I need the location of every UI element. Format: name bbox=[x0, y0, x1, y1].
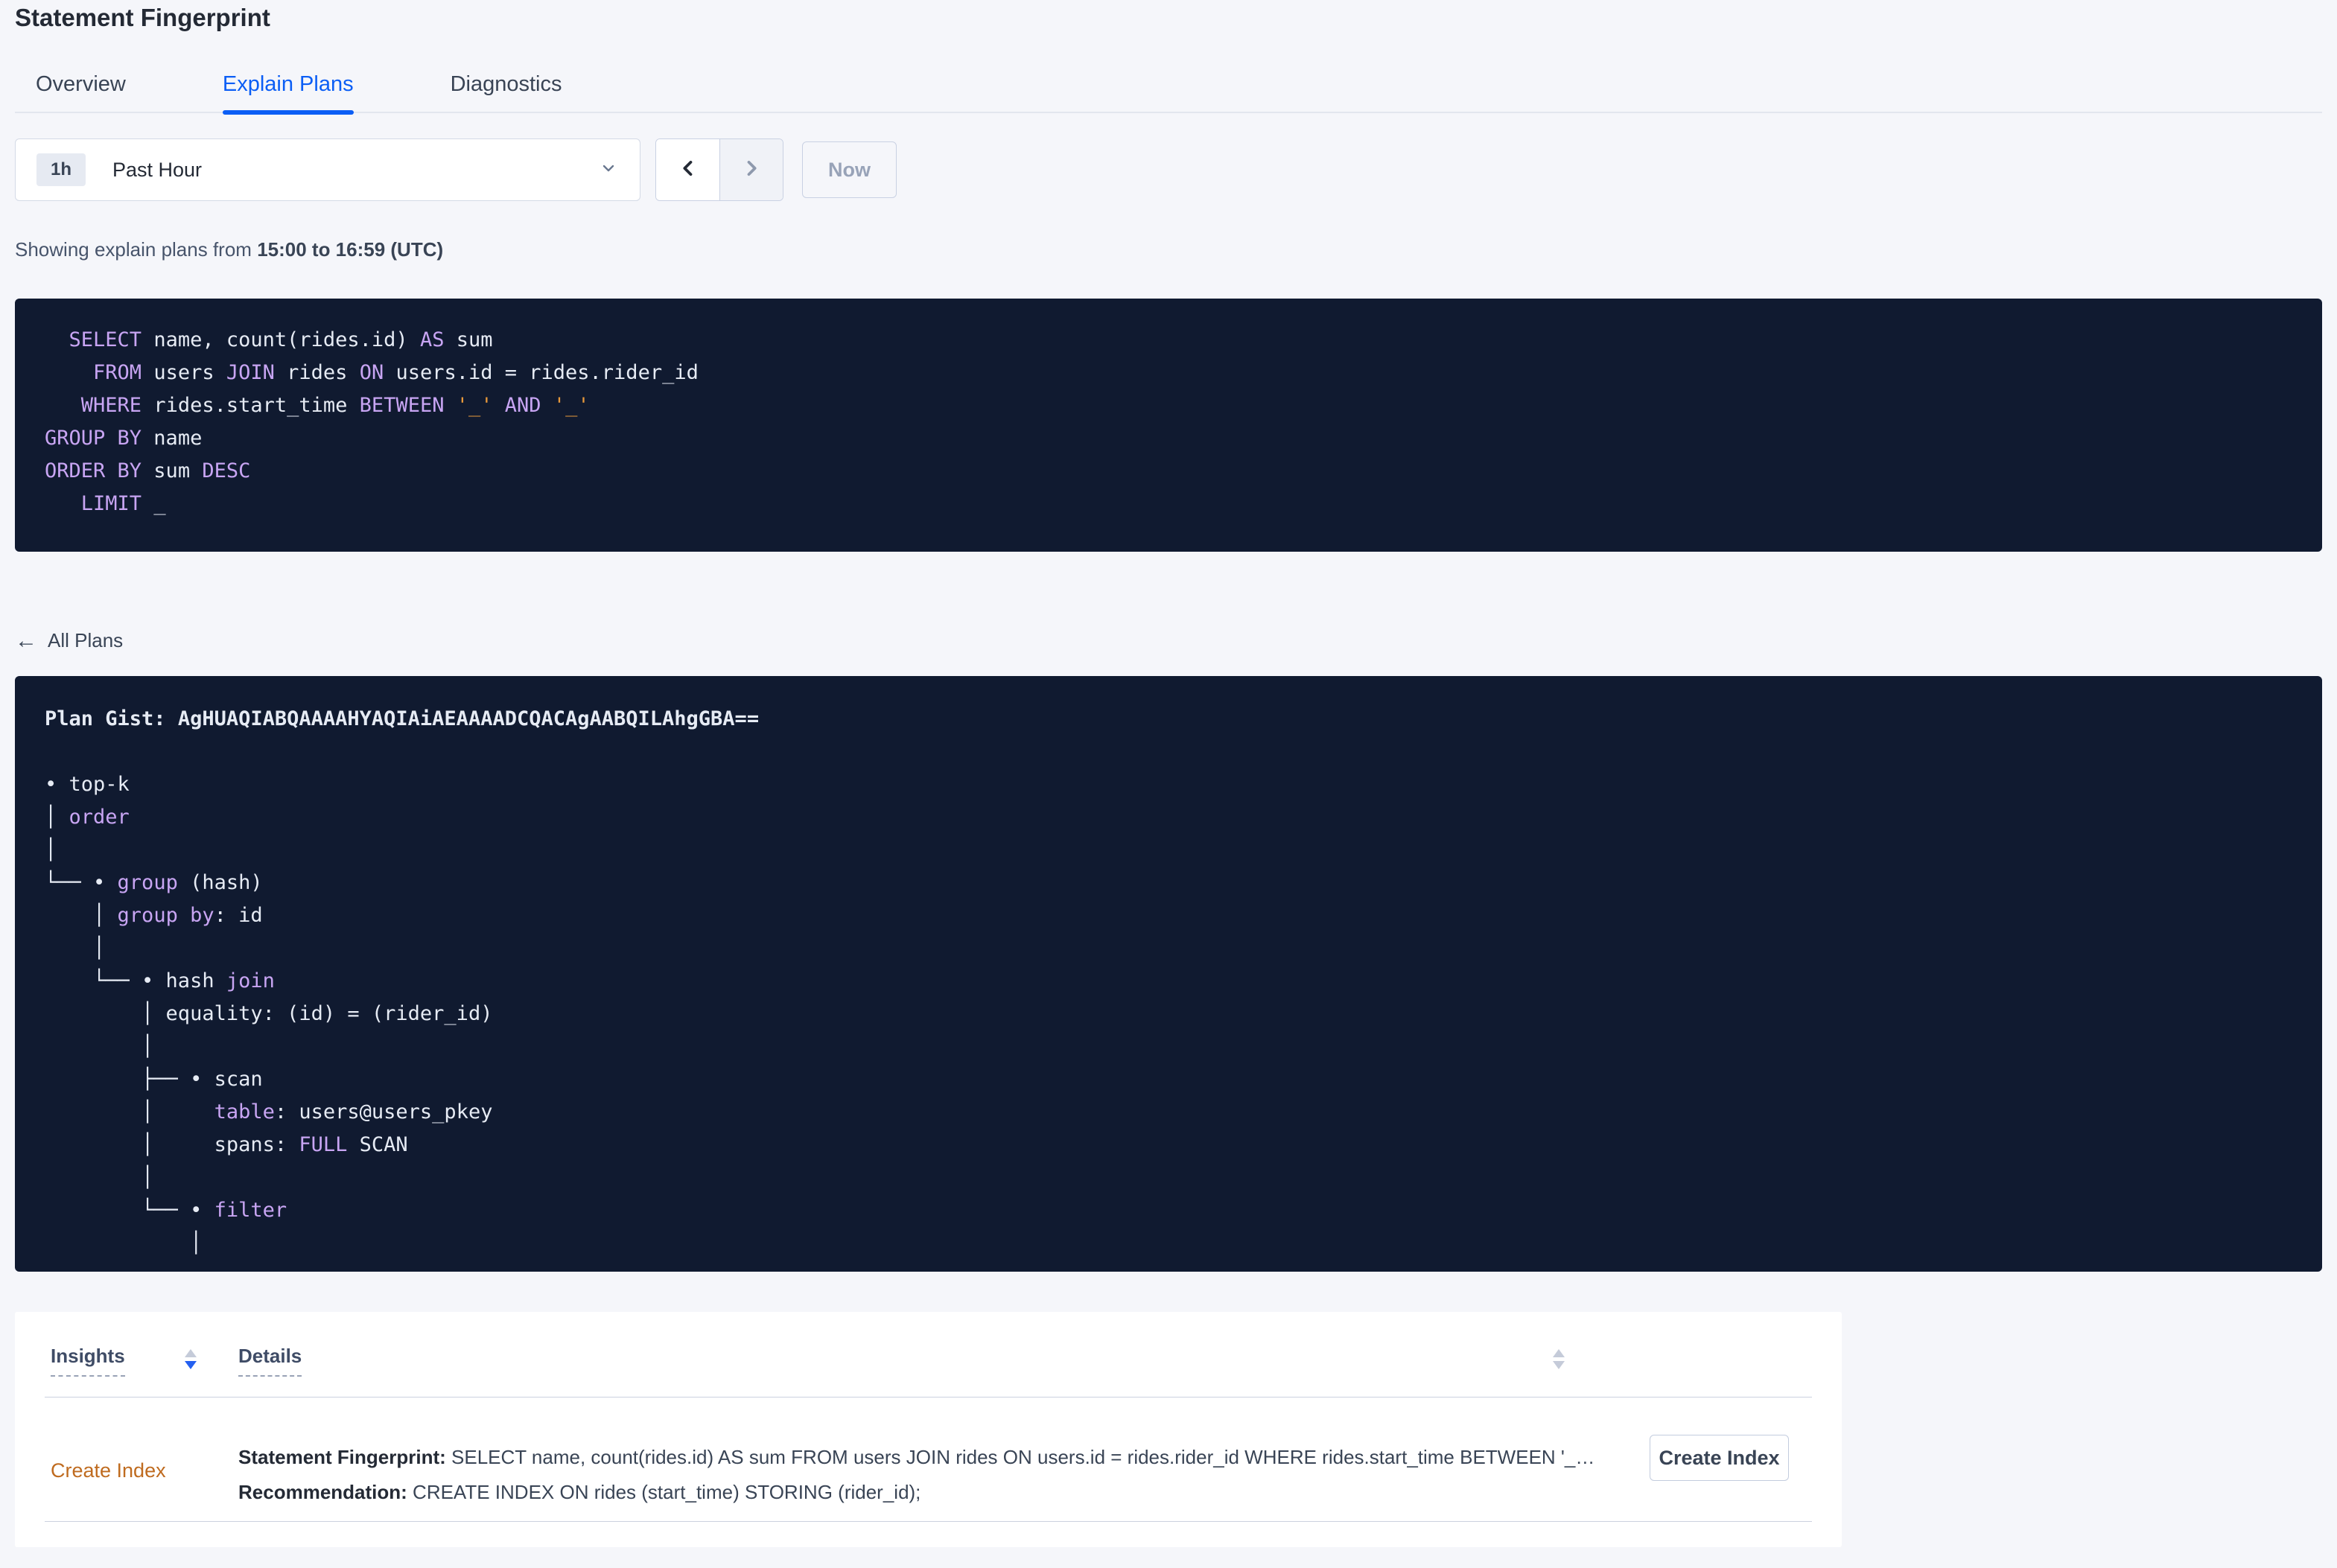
time-range-dropdown[interactable]: 1h Past Hour bbox=[15, 138, 640, 201]
plan-gist-block: Plan Gist: AgHUAQIABQAAAAHYAQIAiAEAAAADC… bbox=[15, 676, 2322, 1272]
table-row-divider bbox=[45, 1521, 1812, 1522]
table-header-divider bbox=[45, 1397, 1812, 1398]
chevron-right-icon bbox=[741, 158, 762, 182]
insights-table-card: Insights Details Create Index Statement … bbox=[15, 1312, 1842, 1547]
tab-bar: Overview Explain Plans Diagnostics bbox=[15, 71, 2322, 115]
plan-gist-label: Plan Gist: bbox=[45, 707, 178, 730]
sql-statement-block: SELECT name, count(rides.id) AS sum FROM… bbox=[15, 299, 2322, 552]
tab-diagnostics[interactable]: Diagnostics bbox=[451, 71, 562, 112]
sort-descending-icon bbox=[1553, 1361, 1565, 1369]
create-index-button[interactable]: Create Index bbox=[1650, 1435, 1789, 1481]
page-title: Statement Fingerprint bbox=[15, 4, 270, 31]
plan-tree: • top-k │ order │ └── • group (hash) │ g… bbox=[45, 773, 493, 1255]
insight-details-cell: Statement Fingerprint: SELECT name, coun… bbox=[238, 1440, 1594, 1510]
showing-range-text: Showing explain plans from 15:00 to 16:5… bbox=[15, 238, 2322, 261]
time-pager bbox=[655, 138, 783, 201]
showing-range: 15:00 to 16:59 (UTC) bbox=[257, 238, 444, 261]
recommendation-label: Recommendation: bbox=[238, 1481, 407, 1503]
showing-prefix: Showing explain plans from bbox=[15, 238, 258, 261]
now-button[interactable]: Now bbox=[802, 141, 897, 198]
statement-fingerprint-page: Statement Fingerprint Overview Explain P… bbox=[0, 0, 2337, 1547]
tab-explain-plans[interactable]: Explain Plans bbox=[222, 71, 354, 115]
time-range-label: Past Hour bbox=[112, 158, 203, 181]
back-arrow-icon: ← bbox=[15, 628, 37, 653]
chevron-down-icon bbox=[600, 159, 617, 181]
insight-type-link[interactable]: Create Index bbox=[51, 1459, 166, 1482]
next-time-button[interactable] bbox=[719, 139, 783, 200]
time-range-badge: 1h bbox=[36, 153, 86, 186]
recommendation-line: Recommendation: CREATE INDEX ON rides (s… bbox=[238, 1475, 1594, 1510]
sort-control-details[interactable] bbox=[1553, 1349, 1565, 1369]
statement-fingerprint-text: SELECT name, count(rides.id) AS sum FROM… bbox=[445, 1446, 1595, 1468]
all-plans-label: All Plans bbox=[48, 629, 124, 651]
tab-overview[interactable]: Overview bbox=[36, 71, 126, 112]
sort-control-insights[interactable] bbox=[185, 1349, 197, 1369]
previous-time-button[interactable] bbox=[656, 139, 719, 200]
sort-descending-icon bbox=[185, 1361, 197, 1369]
chevron-left-icon bbox=[678, 158, 699, 182]
recommendation-text: CREATE INDEX ON rides (start_time) STORI… bbox=[407, 1481, 921, 1503]
time-toolbar: 1h Past Hour Now bbox=[15, 138, 2322, 201]
sql-statement-text: SELECT name, count(rides.id) AS sum FROM… bbox=[45, 328, 699, 515]
gist-spacer bbox=[45, 736, 2292, 768]
all-plans-link[interactable]: ← All Plans bbox=[15, 629, 123, 652]
column-header-insights[interactable]: Insights bbox=[51, 1345, 125, 1377]
sort-ascending-icon bbox=[1553, 1349, 1565, 1357]
column-header-details[interactable]: Details bbox=[238, 1345, 302, 1377]
statement-fingerprint-line: Statement Fingerprint: SELECT name, coun… bbox=[238, 1440, 1594, 1475]
statement-fingerprint-label: Statement Fingerprint: bbox=[238, 1446, 446, 1468]
sort-ascending-icon bbox=[185, 1349, 197, 1357]
plan-gist-line: Plan Gist: AgHUAQIABQAAAAHYAQIAiAEAAAADC… bbox=[45, 703, 2292, 736]
plan-gist-value: AgHUAQIABQAAAAHYAQIAiAEAAAADCQACAgAABQIL… bbox=[177, 707, 760, 730]
